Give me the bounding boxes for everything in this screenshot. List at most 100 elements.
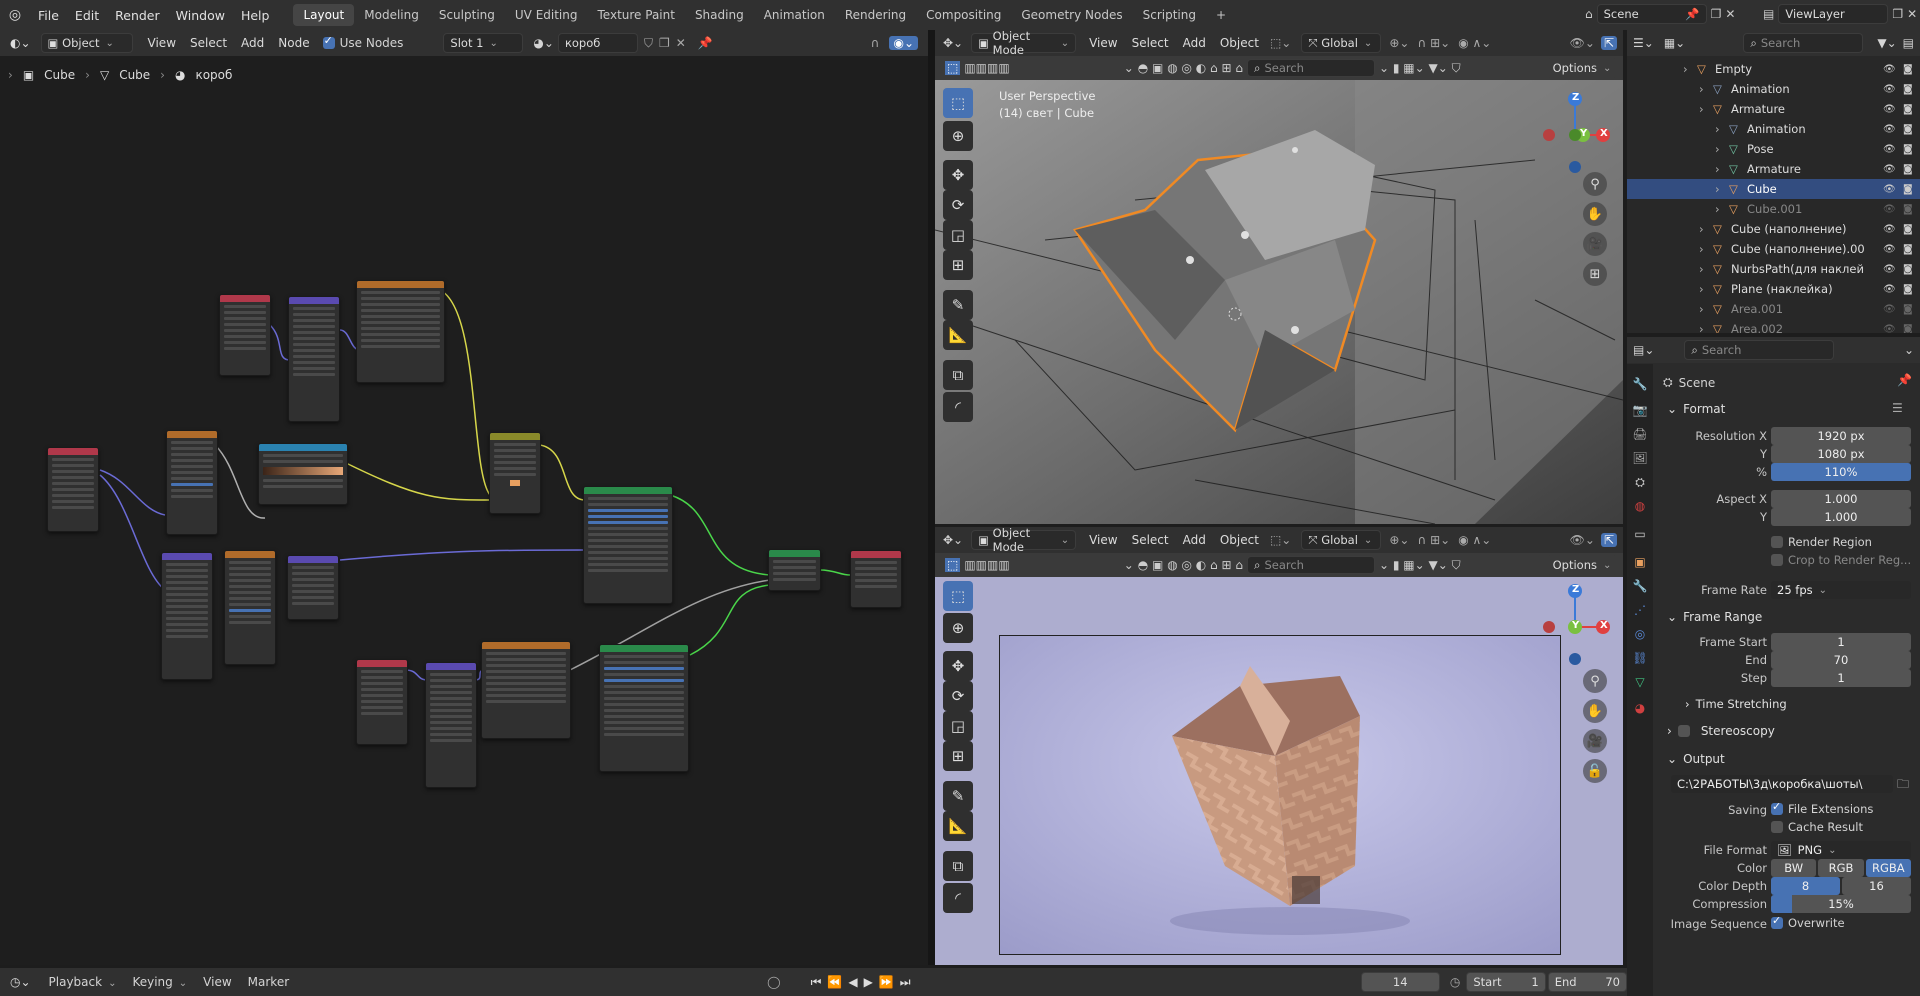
menu-select[interactable]: Select	[1125, 533, 1176, 547]
pin-icon[interactable]: 📌	[1685, 7, 1699, 21]
add-workspace-icon[interactable]: +	[1206, 4, 1236, 26]
tab-sculpting[interactable]: Sculpting	[429, 4, 505, 26]
visibility-eye-icon[interactable]: 👁	[1883, 324, 1896, 334]
current-frame-field[interactable]: 14	[1360, 972, 1440, 992]
material-tab-icon[interactable]: ◕	[1630, 698, 1650, 718]
node-texture-coordinate-2[interactable]	[219, 294, 271, 376]
tab-rendering[interactable]: Rendering	[835, 4, 916, 26]
file-extensions-toggle[interactable]: File Extensions	[1771, 800, 1873, 816]
menu-view[interactable]: View	[195, 975, 239, 989]
editor-type-icon[interactable]: ▤⌄	[1633, 343, 1654, 357]
compression-slider[interactable]: 15%	[1771, 895, 1911, 913]
scene-field[interactable]: Scene 📌	[1596, 4, 1707, 24]
tab-modeling[interactable]: Modeling	[354, 4, 429, 26]
jump-start-icon[interactable]: ⏮	[811, 975, 822, 990]
aspect-y-field[interactable]: 1.000	[1771, 508, 1911, 526]
gizmo-toggle-icon[interactable]: ⇱	[1600, 36, 1617, 50]
color-rgba-button[interactable]: RGBA	[1865, 859, 1911, 877]
stereoscopy-checkbox[interactable]	[1677, 725, 1690, 737]
select-box-tool-icon[interactable]: ⬚	[943, 581, 973, 611]
select-box-tool-icon[interactable]: ⬚	[943, 88, 973, 118]
time-stretching-panel-header[interactable]: › Time Stretching	[1685, 697, 1787, 711]
chevron-down-icon[interactable]: ⌄	[1124, 558, 1134, 572]
pan-hand-icon[interactable]: ✋	[1583, 202, 1607, 226]
filter-icons[interactable]: ⌄ ▮ ▦⌄ ▼⌄ ⛉	[1379, 61, 1461, 76]
folder-icon[interactable]: 🗀	[1897, 775, 1909, 796]
move-tool-icon[interactable]: ✥	[943, 160, 973, 190]
tab-texture-paint[interactable]: Texture Paint	[588, 4, 685, 26]
outliner-row[interactable]: › ▽ Area.001 👁 ◙	[1627, 299, 1920, 319]
disclosure-triangle-icon[interactable]: ›	[1683, 62, 1697, 76]
disclosure-triangle-icon[interactable]: ›	[1699, 322, 1713, 333]
tab-geometry-nodes[interactable]: Geometry Nodes	[1011, 4, 1132, 26]
scale-tool-icon[interactable]: ◲	[943, 711, 973, 741]
visibility-eye-icon[interactable]: 👁	[1883, 224, 1896, 235]
depth-16-button[interactable]: 16	[1842, 877, 1911, 895]
render-camera-icon[interactable]: ◙	[1903, 184, 1913, 195]
transform-tool-icon[interactable]: ⊞	[943, 741, 973, 771]
tab-compositing[interactable]: Compositing	[916, 4, 1011, 26]
disclosure-triangle-icon[interactable]: ›	[1699, 102, 1713, 116]
shape-tool-icon[interactable]: ◜	[943, 392, 973, 422]
viewport-top[interactable]: ✥⌄ ▣ Object Mode View Select Add Object …	[935, 30, 1623, 524]
node-mix[interactable]	[489, 432, 541, 514]
crop-toggle[interactable]: Crop to Render Reg...	[1771, 553, 1911, 567]
outliner-row[interactable]: › ▽ Plane (наклейка) 👁 ◙	[1627, 279, 1920, 299]
view-layer-icon[interactable]: ▤	[1763, 7, 1774, 21]
outliner-row[interactable]: › ▽ Animation 👁 ◙	[1627, 119, 1920, 139]
outliner-row[interactable]: › ▽ Empty 👁 ◙	[1627, 59, 1920, 79]
tab-shading[interactable]: Shading	[685, 4, 754, 26]
output-tab-icon[interactable]: 🖨	[1630, 424, 1650, 444]
proportional-icon[interactable]: ◉ ∧⌄	[1458, 36, 1491, 50]
lock-icon[interactable]: 🔓	[1583, 759, 1607, 783]
mode-select[interactable]: ▣ Object Mode	[971, 527, 1077, 554]
render-camera-icon[interactable]: ◙	[1903, 244, 1913, 255]
shading-icons[interactable]: ◓ ▣ ◍ ◎ ◐ ⌂ ⊞ ⌂	[1138, 61, 1243, 75]
move-tool-icon[interactable]: ✥	[943, 651, 973, 681]
output-panel-header[interactable]: ⌄ Output	[1667, 752, 1725, 766]
render-region-checkbox[interactable]	[1771, 536, 1783, 548]
render-camera-icon[interactable]: ◙	[1903, 304, 1913, 315]
options-button[interactable]: Options	[1547, 58, 1617, 78]
select-box-icon[interactable]: ⬚	[945, 558, 961, 572]
start-frame-field[interactable]: Start 1	[1466, 972, 1546, 992]
editor-type-icon[interactable]: ☰⌄	[1633, 36, 1654, 50]
viewport-bottom[interactable]: ✥⌄ ▣ Object Mode View Select Add Object …	[935, 527, 1623, 965]
disclosure-triangle-icon[interactable]: ›	[1715, 142, 1729, 156]
frame-start-field[interactable]: 1	[1771, 633, 1911, 651]
render-camera-icon[interactable]: ◙	[1903, 164, 1913, 175]
snap-icon[interactable]: ∩ ⊞⌄	[1417, 36, 1450, 50]
record-icon[interactable]: ◯	[767, 975, 780, 989]
disclosure-triangle-icon[interactable]: ›	[1715, 122, 1729, 136]
node-principled-bsdf[interactable]	[583, 486, 673, 604]
object-tab-icon[interactable]: ▣	[1630, 552, 1650, 572]
transform-tool-icon[interactable]: ⊞	[943, 250, 973, 280]
gizmo-toggle-icon[interactable]: ⇱	[1600, 533, 1617, 547]
disclosure-triangle-icon[interactable]: ›	[1715, 202, 1729, 216]
presets-icon[interactable]: ☰	[1892, 401, 1903, 415]
overwrite-checkbox[interactable]	[1771, 914, 1783, 929]
outliner-row[interactable]: › ▽ Cube (наполнение).00 👁 ◙	[1627, 239, 1920, 259]
jump-keyframe-forward-icon[interactable]: ⏩	[879, 975, 894, 990]
orientation-select[interactable]: ⤧ Global	[1301, 33, 1382, 53]
disclosure-triangle-icon[interactable]: ›	[1715, 182, 1729, 196]
outliner-row[interactable]: › ▽ Animation 👁 ◙	[1627, 79, 1920, 99]
node-image-texture[interactable]	[356, 280, 445, 383]
display-mode-icon[interactable]: ▦⌄	[1664, 36, 1685, 50]
render-camera-icon[interactable]: ◙	[1903, 264, 1913, 275]
file-extensions-checkbox[interactable]	[1771, 800, 1783, 815]
zoom-icon[interactable]: ⚲	[1583, 669, 1607, 693]
cursor-tool-icon[interactable]: ⊕	[943, 121, 973, 151]
shading-icons[interactable]: ◓ ▣ ◍ ◎ ◐ ⌂ ⊞ ⌂	[1138, 558, 1243, 572]
node-mapping-3[interactable]	[425, 662, 477, 788]
orientation-select[interactable]: ⤧ Global	[1301, 530, 1382, 550]
node-bump[interactable]	[287, 555, 339, 620]
snap-icon[interactable]: ∩ ⊞⌄	[1417, 533, 1450, 547]
outliner-row[interactable]: › ▽ Cube.001 👁 ◙	[1627, 199, 1920, 219]
cache-result-toggle[interactable]: Cache Result	[1771, 820, 1863, 834]
disclosure-triangle-icon[interactable]: ›	[1715, 162, 1729, 176]
menu-select[interactable]: Select	[1125, 36, 1176, 50]
menu-edit[interactable]: Edit	[67, 8, 107, 23]
output-path-field[interactable]: C:\2РАБОТЫ\3д\коробка\шоты\	[1671, 775, 1893, 793]
new-scene-icon[interactable]: ❐	[1711, 7, 1722, 21]
